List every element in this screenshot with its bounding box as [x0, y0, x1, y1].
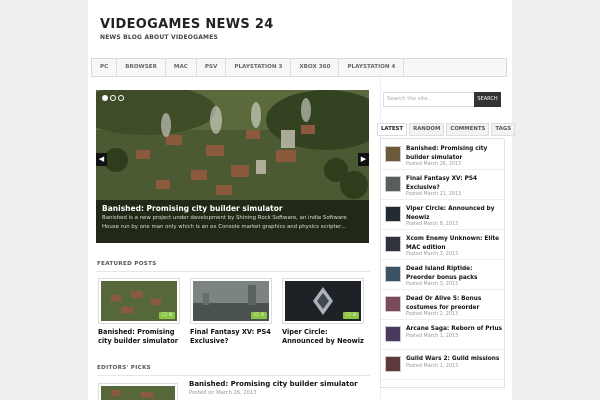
- slider-dot-1[interactable]: [102, 95, 108, 101]
- sidebar-tabs: LATEST RANDOM COMMENTS TAGS: [377, 123, 516, 136]
- list-item-title[interactable]: Guild Wars 2: Guild missions: [406, 355, 503, 364]
- editors-picks-heading: EDITORS' PICKS: [97, 365, 151, 371]
- list-item[interactable]: Dead Island Riptide: Preorder bonus pack…: [381, 260, 504, 290]
- list-item-title[interactable]: Dead Or Alive 5: Bonus costumes for preo…: [406, 295, 503, 312]
- site-title[interactable]: VIDEOGAMES NEWS 24: [100, 17, 274, 32]
- list-item-title[interactable]: Xcom Enemy Unknown: Elite MAC edition: [406, 235, 503, 252]
- list-item-title[interactable]: Arcane Saga: Reborn of Prius: [406, 325, 503, 334]
- site-description: NEWS BLOG ABOUT VIDEOGAMES: [100, 34, 219, 41]
- post-thumbnail[interactable]: 🗨 0: [98, 278, 180, 324]
- editors-pick-title[interactable]: Banished: Promising city builder simulat…: [189, 380, 358, 388]
- nav-item-playstation-4[interactable]: PLAYSTATION 4: [339, 59, 405, 76]
- latest-posts-list: Banished: Promising city builder simulat…: [380, 138, 505, 388]
- list-item[interactable]: Arcane Saga: Reborn of Prius Posted Marc…: [381, 320, 504, 350]
- list-item-title[interactable]: Viper Circle: Announced by Neowiz: [406, 205, 503, 222]
- post-thumbnail[interactable]: [385, 236, 401, 252]
- list-item-date: Posted March 8, 2013: [406, 222, 459, 227]
- featured-posts-heading: FEATURED POSTS: [97, 261, 157, 267]
- list-item-date: Posted March 26, 2013: [406, 162, 462, 167]
- post-thumbnail[interactable]: [385, 326, 401, 342]
- tab-comments[interactable]: COMMENTS: [446, 123, 490, 136]
- comment-count-badge: 🗨 0: [342, 312, 359, 319]
- post-thumbnail[interactable]: [385, 296, 401, 312]
- main-navigation: PC BROWSER MAC PSV PLAYSTATION 3 XBOX 36…: [91, 58, 507, 77]
- list-item[interactable]: Viper Circle: Announced by Neowiz Posted…: [381, 200, 504, 230]
- slider-excerpt: Banished is a new project under developm…: [102, 215, 347, 230]
- post-thumbnail[interactable]: 🗨 0: [190, 278, 272, 324]
- post-thumbnail[interactable]: [98, 383, 178, 400]
- list-item-date: Posted March 2, 2013: [406, 312, 459, 317]
- slider-dot-2[interactable]: [110, 95, 116, 101]
- list-item-title[interactable]: Banished: Promising city builder simulat…: [406, 145, 503, 162]
- tab-random[interactable]: RANDOM: [409, 123, 445, 136]
- nav-item-xbox-360[interactable]: XBOX 360: [291, 59, 340, 76]
- comment-count-badge: 🗨 0: [250, 312, 267, 319]
- list-item[interactable]: Xcom Enemy Unknown: Elite MAC edition Po…: [381, 230, 504, 260]
- nav-item-playstation-3[interactable]: PLAYSTATION 3: [226, 59, 292, 76]
- post-thumbnail[interactable]: [385, 266, 401, 282]
- list-item-title[interactable]: Final Fantasy XV: PS4 Exclusive?: [406, 175, 503, 192]
- tab-tags[interactable]: TAGS: [491, 123, 516, 136]
- slider-title[interactable]: Banished: Promising city builder simulat…: [102, 204, 367, 213]
- list-item-title[interactable]: Dead Island Riptide: Preorder bonus pack…: [406, 265, 503, 282]
- post-thumbnail[interactable]: [385, 176, 401, 192]
- list-item[interactable]: Banished: Promising city builder simulat…: [381, 140, 504, 170]
- section-divider: [97, 271, 370, 272]
- list-item[interactable]: Dead Or Alive 5: Bonus costumes for preo…: [381, 290, 504, 320]
- nav-item-mac[interactable]: MAC: [166, 59, 197, 76]
- post-thumbnail[interactable]: [385, 206, 401, 222]
- featured-post[interactable]: 🗨 0 Final Fantasy XV: PS4 Exclusive?: [190, 278, 272, 346]
- featured-post[interactable]: 🗨 0 Viper Circle: Announced by Neowiz: [282, 278, 364, 346]
- featured-post-title[interactable]: Banished: Promising city builder simulat…: [98, 328, 180, 346]
- featured-post-title[interactable]: Viper Circle: Announced by Neowiz: [282, 328, 364, 346]
- tab-latest[interactable]: LATEST: [377, 123, 408, 136]
- editors-pick-date: Posted on March 26, 2013: [189, 390, 257, 396]
- nav-item-browser[interactable]: BROWSER: [117, 59, 166, 76]
- list-item-date: Posted March 3, 2013: [406, 252, 459, 257]
- nav-item-psv[interactable]: PSV: [197, 59, 227, 76]
- nav-item-pc[interactable]: PC: [92, 59, 118, 76]
- post-thumbnail[interactable]: [385, 146, 401, 162]
- comment-count-badge: 🗨 0: [158, 312, 175, 319]
- post-thumbnail[interactable]: 🗨 0: [282, 278, 364, 324]
- list-item[interactable]: Guild Wars 2: Guild missions Posted Marc…: [381, 350, 504, 380]
- list-item[interactable]: Final Fantasy XV: PS4 Exclusive? Posted …: [381, 170, 504, 200]
- search-button[interactable]: SEARCH: [474, 92, 501, 107]
- list-item-date: Posted March 21, 2013: [406, 192, 462, 197]
- chevron-left-icon[interactable]: ◀: [96, 153, 107, 166]
- list-item-date: Posted March 1, 2013: [406, 364, 459, 369]
- page-container: VIDEOGAMES NEWS 24 NEWS BLOG ABOUT VIDEO…: [88, 0, 516, 400]
- featured-post[interactable]: 🗨 0 Banished: Promising city builder sim…: [98, 278, 180, 346]
- list-item-date: Posted March 1, 2013: [406, 334, 459, 339]
- post-thumbnail[interactable]: [385, 356, 401, 372]
- list-item-date: Posted March 3, 2013: [406, 282, 459, 287]
- search-input[interactable]: Search the site…: [383, 92, 475, 107]
- slider-dot-3[interactable]: [118, 95, 124, 101]
- featured-post-title[interactable]: Final Fantasy XV: PS4 Exclusive?: [190, 328, 272, 346]
- featured-slider[interactable]: ◀ ▶ Banished: Promising city builder sim…: [96, 90, 369, 243]
- section-divider: [97, 375, 370, 376]
- chevron-right-icon[interactable]: ▶: [358, 153, 369, 166]
